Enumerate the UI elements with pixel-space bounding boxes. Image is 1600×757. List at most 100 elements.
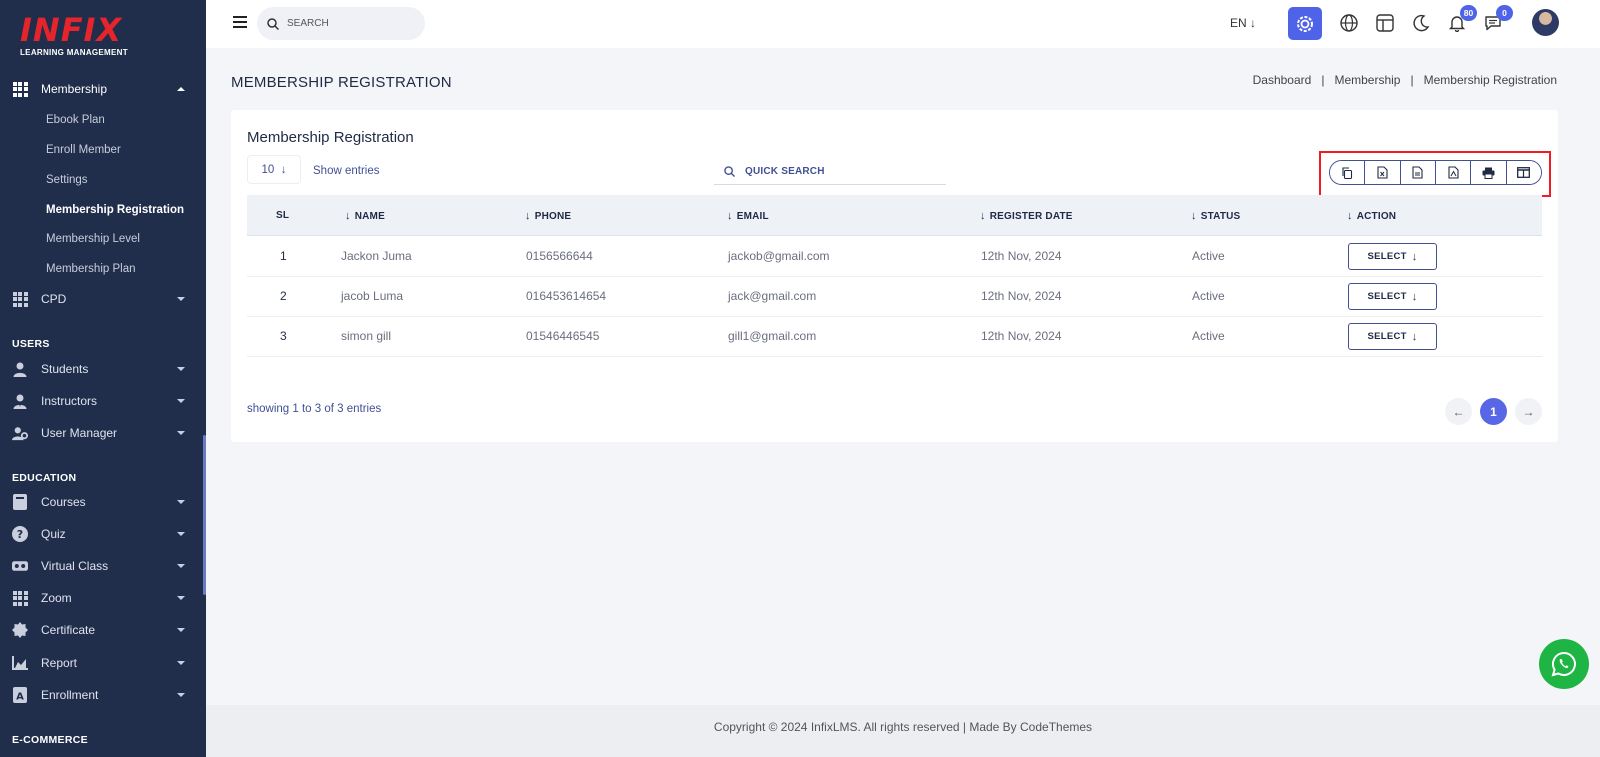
sidebar-item-label: Courses [41,495,86,509]
instructor-icon [12,393,28,409]
search-input[interactable]: SEARCH [257,7,425,40]
column-header-phone[interactable]: ↓ PHONE [525,210,571,222]
sidebar-item-membership[interactable]: Membership [0,74,203,104]
select-action-button[interactable]: SELECT ↓ [1348,283,1437,310]
sort-arrow-icon: ↓ [980,210,986,222]
sidebar-item-label: Report [41,656,78,670]
column-header-action[interactable]: ↓ ACTION [1347,210,1396,222]
brand-logo[interactable]: INFIX LEARNING MANAGEMENT [20,14,128,57]
card-title: Membership Registration [247,129,414,146]
svg-text:?: ? [17,528,23,541]
select-action-button[interactable]: SELECT ↓ [1348,243,1437,270]
table-row: 3 simon gill 01546446545 gill1@gmail.com… [247,317,1542,357]
export-pdf-button[interactable] [1435,161,1472,184]
cell-sl: 3 [280,329,287,343]
enrollment-icon: A [12,687,28,703]
search-icon [267,17,279,30]
quick-search-input[interactable]: QUICK SEARCH [714,158,946,185]
sidebar-item-enrollment[interactable]: A Enrollment [0,680,203,710]
whatsapp-icon [1551,651,1576,677]
column-header-sl[interactable]: SL [276,210,289,221]
sidebar-sub-enroll-member[interactable]: Enroll Member [46,144,121,156]
print-icon [1482,167,1495,179]
sidebar-item-quiz[interactable]: ? Quiz [0,519,203,549]
sidebar-item-label: Quiz [41,527,66,541]
chevron-down-icon [177,500,185,504]
chevron-down-icon [177,661,185,665]
sidebar-sub-settings[interactable]: Settings [46,174,88,186]
notification-count-badge: 80 [1460,5,1477,21]
breadcrumb-membership[interactable]: Membership [1334,73,1400,87]
column-header-label: REGISTER DATE [989,210,1073,222]
copy-button[interactable] [1330,161,1366,184]
sidebar-sub-ebook-plan[interactable]: Ebook Plan [46,114,105,126]
select-action-button[interactable]: SELECT ↓ [1348,323,1437,350]
message-count-badge: 0 [1496,5,1513,21]
gear-icon [1297,15,1313,32]
page-number-button[interactable]: 1 [1480,398,1507,425]
user-icon [12,361,28,377]
chevron-down-icon [177,297,185,301]
cell-status: Active [1192,249,1225,263]
sidebar-item-label: CPD [41,292,67,306]
sidebar-item-report[interactable]: Report [0,648,203,678]
column-header-status[interactable]: ↓ STATUS [1191,210,1240,222]
avatar[interactable] [1532,9,1559,36]
breadcrumb-separator: | [1321,73,1325,87]
export-csv-button[interactable] [1400,161,1436,184]
grid-icon [12,590,28,606]
cell-status: Active [1192,289,1225,303]
sidebar-item-zoom[interactable]: Zoom [0,583,203,613]
globe-icon[interactable] [1338,12,1360,34]
sort-arrow-icon: ↓ [345,210,351,222]
column-header-label: ACTION [1356,210,1397,222]
language-selector[interactable]: EN ↓ [1230,16,1256,30]
arrow-right-icon: → [1522,404,1535,419]
sidebar-item-label: Virtual Class [41,559,109,573]
whatsapp-chat-button[interactable] [1539,639,1589,689]
export-excel-button[interactable] [1365,161,1401,184]
sidebar-item-user-manager[interactable]: User Manager [0,418,203,448]
file-csv-icon [1412,166,1423,179]
sidebar-item-label: Zoom [41,591,72,605]
logo-tagline: LEARNING MANAGEMENT [20,48,128,57]
sidebar-item-label: User Manager [41,426,118,440]
chevron-down-icon [177,628,185,632]
layout-icon[interactable] [1374,12,1396,34]
sidebar-item-students[interactable]: Students [0,354,203,384]
arrow-down-icon: ↓ [280,163,287,176]
menu-icon[interactable] [233,16,247,31]
copyright-text: Copyright © 2024 InfixLMS. All rights re… [713,720,1093,734]
sidebar-item-certificate[interactable]: Certificate [0,615,203,645]
sidebar-item-courses[interactable]: Courses [0,487,203,517]
sidebar-item-cpd[interactable]: CPD [0,284,203,314]
breadcrumb-current: Membership Registration [1423,73,1557,87]
column-visibility-button[interactable] [1506,161,1541,184]
sidebar-item-virtual-class[interactable]: Virtual Class [0,551,203,581]
moon-icon[interactable] [1410,12,1432,34]
breadcrumb-dashboard[interactable]: Dashboard [1253,73,1312,87]
sidebar-sub-membership-registration[interactable]: Membership Registration [46,204,184,216]
entries-per-page-select[interactable]: 10 ↓ [247,155,301,184]
notifications-bell[interactable]: 80 [1446,5,1477,34]
cell-phone: 01546446545 [526,329,600,343]
cell-name: simon gill [341,329,392,343]
messages-button[interactable]: 0 [1482,5,1513,34]
sidebar-scrollbar[interactable] [203,435,206,595]
show-entries-label: Show entries [313,165,380,177]
column-header-email[interactable]: ↓ EMAIL [727,210,769,222]
column-header-name[interactable]: ↓ NAME [345,210,385,222]
arrow-left-icon: ← [1452,404,1465,419]
column-header-register-date[interactable]: ↓ REGISTER DATE [980,210,1073,222]
sidebar-sub-membership-plan[interactable]: Membership Plan [46,263,135,275]
cell-name: jacob Luma [341,289,404,303]
grid-icon [12,81,28,97]
sidebar-sub-membership-level[interactable]: Membership Level [46,233,140,245]
settings-gear-button[interactable] [1288,7,1322,40]
sidebar-item-instructors[interactable]: Instructors [0,386,203,416]
arrow-down-icon: ↓ [1411,290,1418,303]
previous-page-button[interactable]: ← [1445,398,1472,425]
sort-arrow-icon: ↓ [727,210,733,222]
print-button[interactable] [1471,161,1507,184]
next-page-button[interactable]: → [1515,398,1542,425]
